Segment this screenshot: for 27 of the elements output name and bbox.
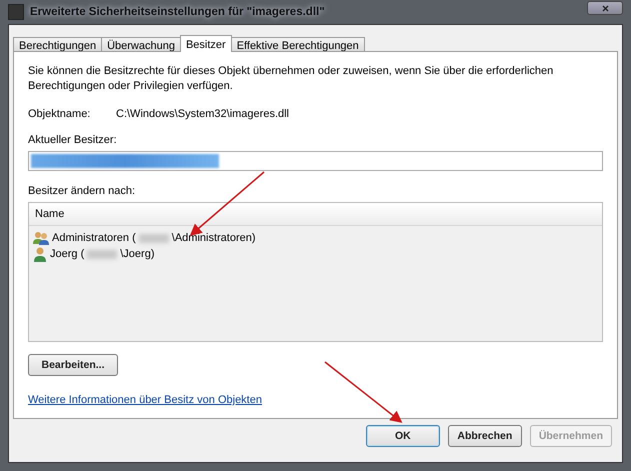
- close-button[interactable]: [587, 1, 623, 15]
- column-header[interactable]: Name: [29, 203, 602, 226]
- tab[interactable]: Überwachung: [101, 37, 181, 51]
- current-owner-field[interactable]: [28, 151, 603, 171]
- change-owner-label: Besitzer ändern nach:: [28, 185, 136, 197]
- dialog-button[interactable]: Abbrechen: [448, 425, 522, 447]
- blurred-text: [87, 250, 118, 258]
- object-name-label: Objektname:: [28, 108, 92, 120]
- info-link[interactable]: Weitere Informationen über Besitz von Objekten: [28, 394, 262, 406]
- owner-name-suffix[interactable]: \Joerg): [120, 248, 154, 260]
- owner-name[interactable]: Joerg (: [50, 248, 84, 260]
- tab[interactable]: Berechtigungen: [13, 37, 102, 51]
- owner-name-suffix[interactable]: \Administratoren): [172, 232, 256, 244]
- blurred-text: [138, 234, 169, 242]
- window-title: Erweiterte Sicherheitseinstellungen für "imageres.dll": [30, 6, 325, 18]
- intro-text: Sie können die Besitzrechte für dieses Objekt übernehmen oder zuweisen, wenn Sie über die erforderlichen Berechtigungen oder Privilegien verfügen.: [28, 64, 554, 94]
- user-icon: [33, 246, 47, 262]
- tab[interactable]: Effektive Berechtigungen: [230, 37, 365, 51]
- app-icon: [8, 4, 24, 20]
- object-name-value: C:\Windows\System32\imageres.dll: [116, 108, 290, 120]
- dialog-button[interactable]: OK: [366, 425, 440, 447]
- edit-button[interactable]: Bearbeiten...: [28, 354, 118, 376]
- owner-name[interactable]: Administratoren (: [52, 232, 136, 244]
- current-owner-label: Aktueller Besitzer:: [28, 134, 118, 146]
- close-icon: [602, 4, 608, 12]
- user-group-icon: [33, 231, 49, 245]
- tab[interactable]: Besitzer: [180, 35, 232, 52]
